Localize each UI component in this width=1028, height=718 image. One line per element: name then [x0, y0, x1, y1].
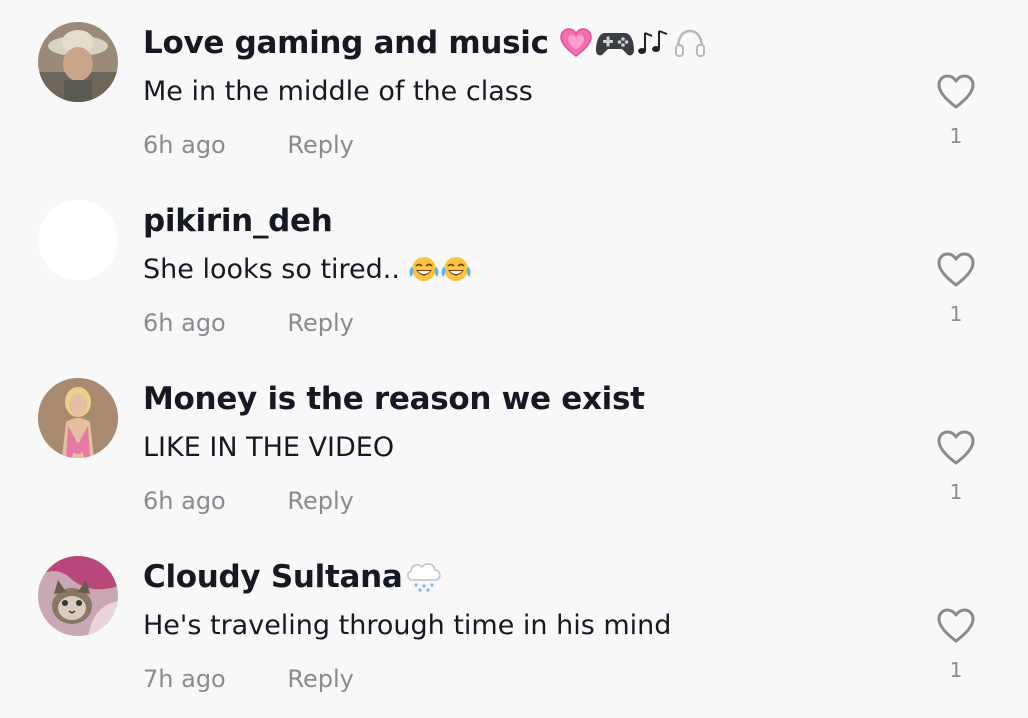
comment-time: 7h ago [143, 665, 226, 693]
comment-author[interactable]: Cloudy Sultana [143, 559, 444, 595]
avatar[interactable] [38, 556, 118, 636]
reply-button[interactable]: Reply [287, 309, 353, 337]
avatar[interactable] [38, 200, 118, 280]
comment-time: 6h ago [143, 131, 226, 159]
comment-time: 6h ago [143, 309, 226, 337]
like-count: 1 [949, 124, 963, 148]
comment-time: 6h ago [143, 487, 226, 515]
comment-text-content: Me in the middle of the class [143, 76, 533, 107]
tears-of-joy-icon [409, 256, 439, 281]
comment-text: Me in the middle of the class [143, 76, 533, 107]
like-count: 1 [949, 302, 963, 326]
comment-item: Money is the reason we exist LIKE IN THE… [0, 356, 1028, 534]
reply-button[interactable]: Reply [287, 131, 353, 159]
comment-item: Cloudy Sultana He's traveling through ti… [0, 534, 1028, 712]
comment-meta: 6h ago Reply [143, 131, 354, 159]
comment-item: pikirin_deh She looks so tired.. 6h ago … [0, 178, 1028, 356]
heart-outline-icon[interactable] [934, 426, 978, 470]
comment-text-content: He's traveling through time in his mind [143, 610, 672, 641]
musical-notes-icon [637, 30, 668, 54]
author-name: pikirin_deh [143, 203, 333, 239]
tears-of-joy-icon [441, 256, 471, 281]
avatar[interactable] [38, 378, 118, 458]
author-name: Love gaming and music [143, 25, 549, 61]
reply-button[interactable]: Reply [287, 665, 353, 693]
pink-heart-icon [559, 28, 592, 57]
comment-text: She looks so tired.. [143, 254, 472, 285]
heart-outline-icon[interactable] [934, 70, 978, 114]
cloud-with-snow-icon [407, 563, 442, 592]
comment-meta: 7h ago Reply [143, 665, 354, 693]
comment-author[interactable]: Money is the reason we exist [143, 381, 645, 417]
avatar[interactable] [38, 22, 118, 102]
like-count: 1 [949, 480, 963, 504]
author-name: Cloudy Sultana [143, 559, 403, 595]
reply-button[interactable]: Reply [287, 487, 353, 515]
heart-outline-icon[interactable] [934, 248, 978, 292]
game-controller-icon [595, 33, 634, 56]
author-name: Money is the reason we exist [143, 381, 645, 417]
headphones-icon [674, 29, 705, 57]
comment-text: LIKE IN THE VIDEO [143, 432, 394, 463]
comment-text-content: LIKE IN THE VIDEO [143, 432, 395, 463]
like-count: 1 [949, 658, 963, 682]
comment-meta: 6h ago Reply [143, 309, 354, 337]
comment-author[interactable]: Love gaming and music [143, 25, 707, 61]
comment-item: Love gaming and music Me in the middle o… [0, 0, 1028, 178]
comment-text-content: She looks so tired.. [143, 254, 400, 285]
heart-outline-icon[interactable] [934, 604, 978, 648]
comment-author[interactable]: pikirin_deh [143, 203, 333, 239]
comment-meta: 6h ago Reply [143, 487, 354, 515]
comment-text: He's traveling through time in his mind [143, 610, 671, 641]
